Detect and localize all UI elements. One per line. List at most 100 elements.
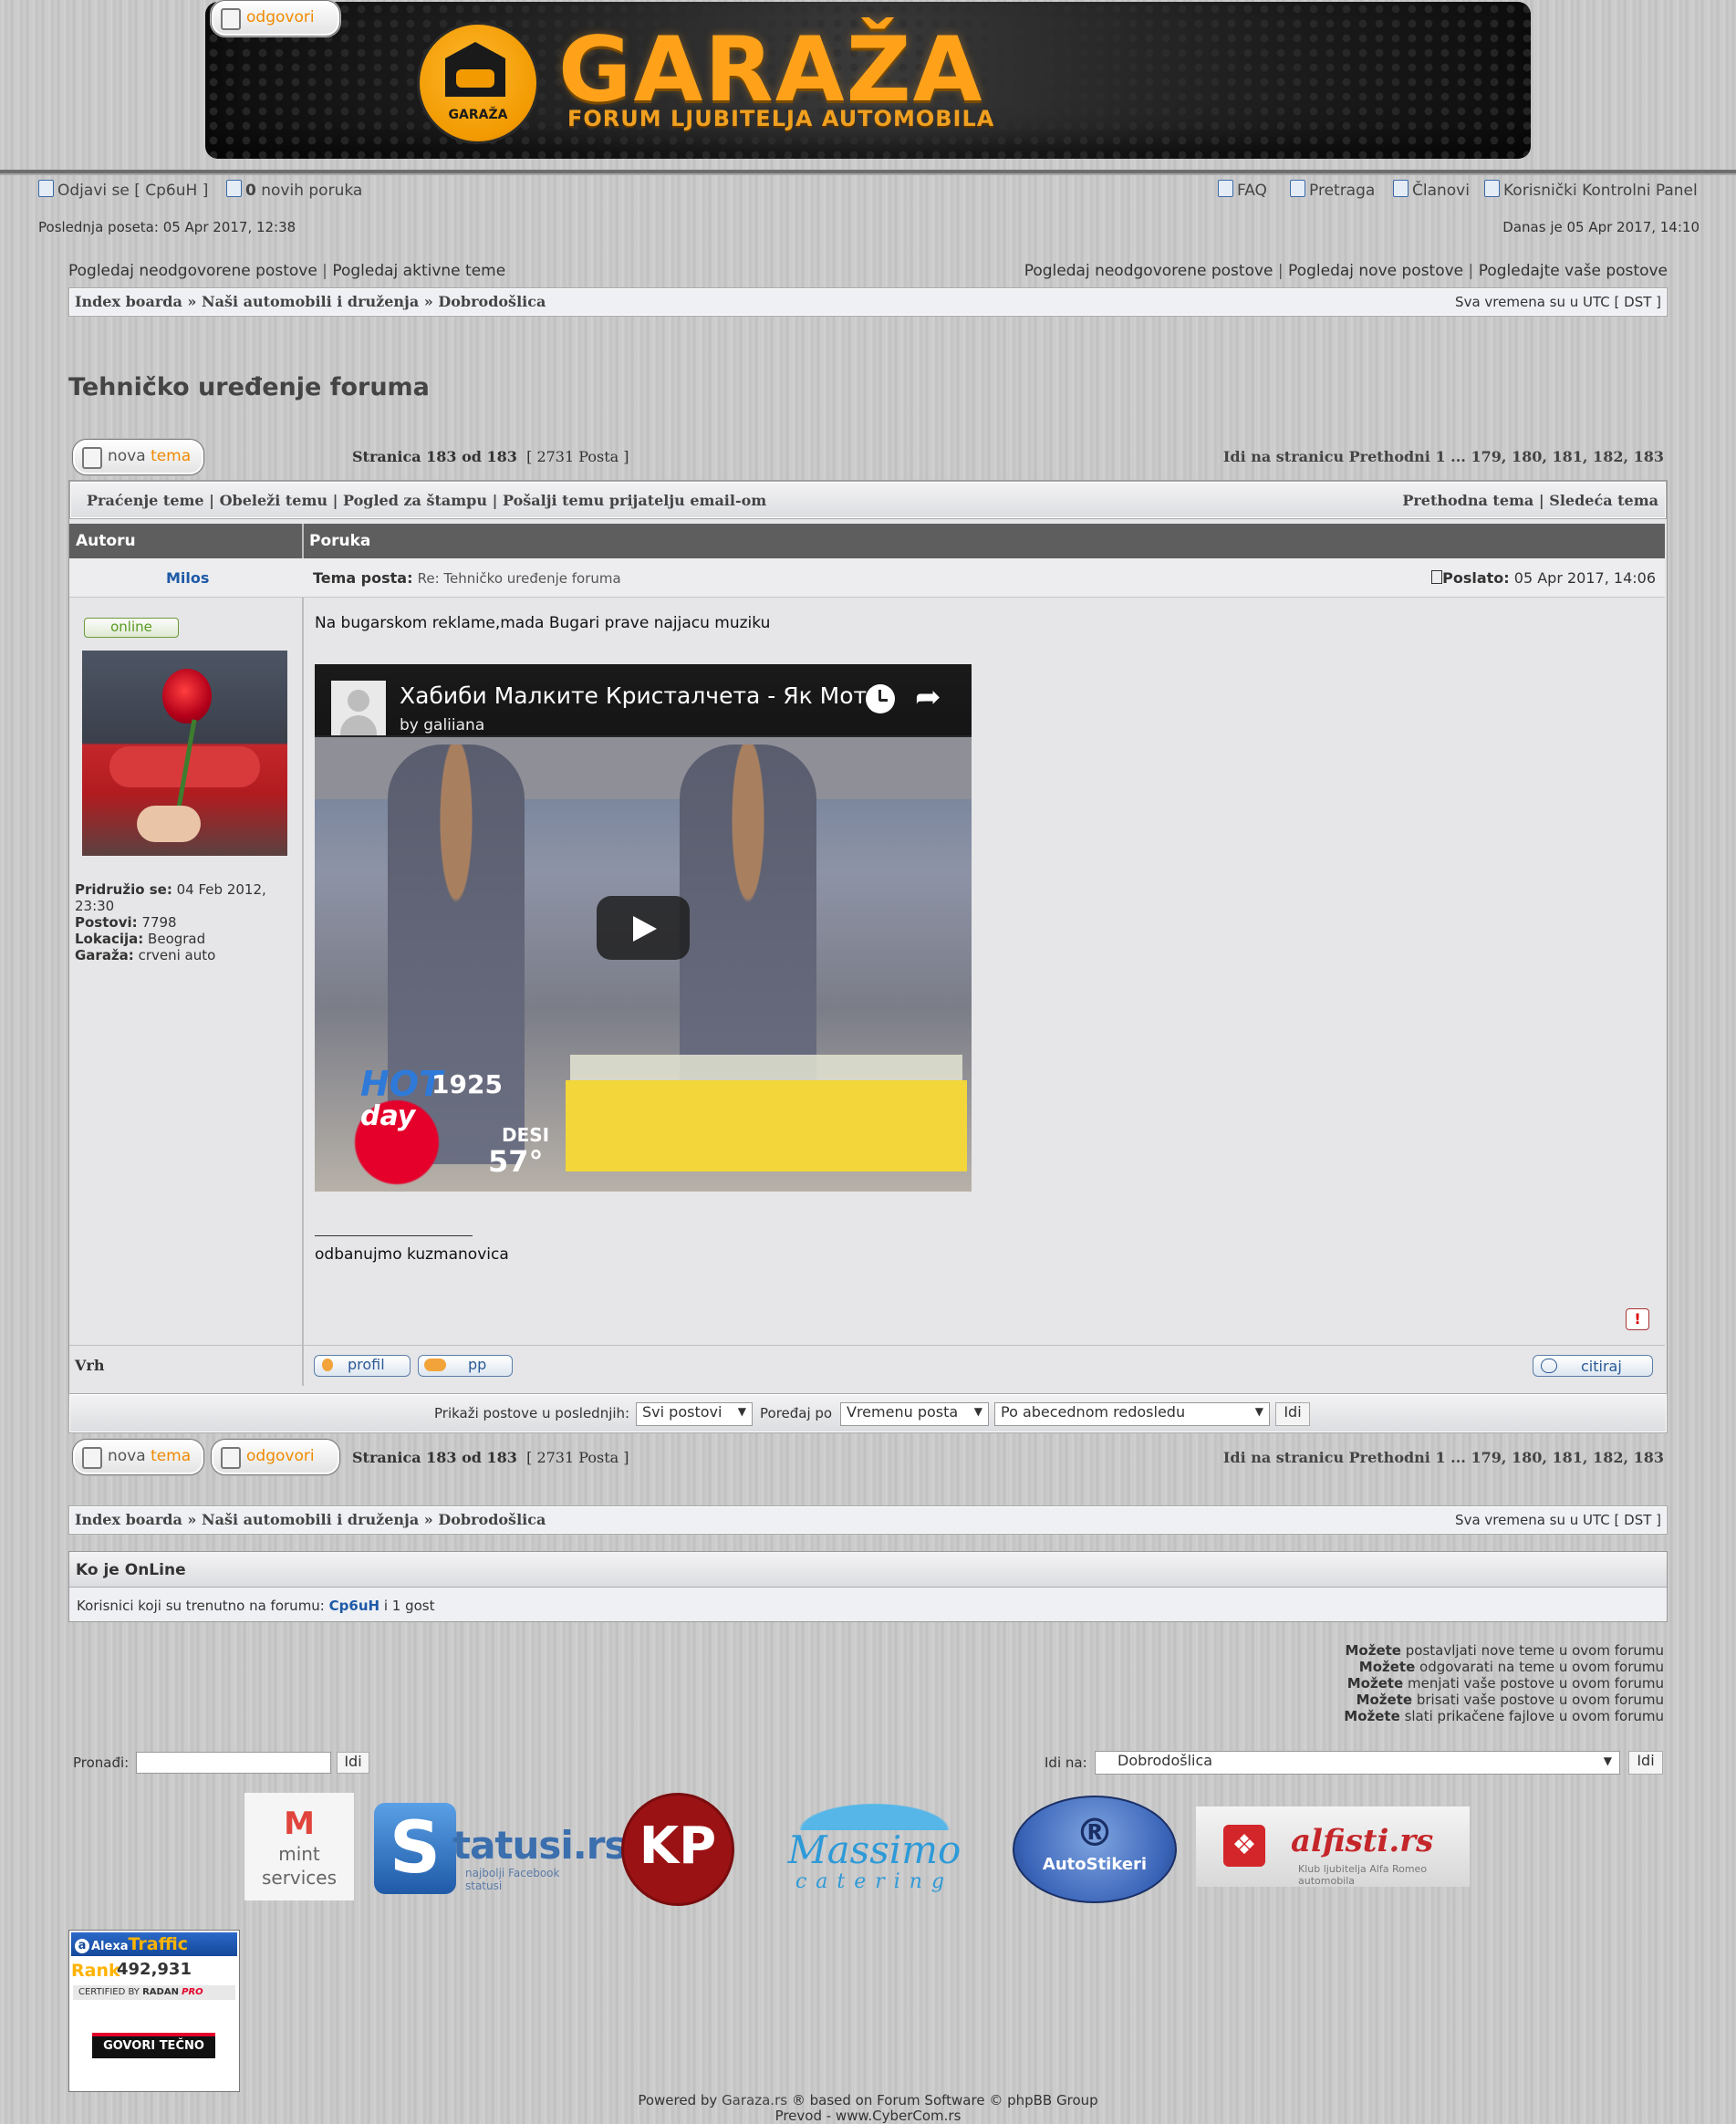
alexa-header: a AlexaTraffic Rank — [71, 1932, 237, 1981]
next-topic-link[interactable]: Sledeća tema — [1549, 492, 1658, 509]
logout-icon — [38, 180, 54, 197]
sort-by-label: Poređaj po — [760, 1405, 833, 1421]
logo-text: GARAŽA — [448, 108, 508, 122]
breadcrumb-index[interactable]: Index boarda — [75, 293, 182, 310]
video-embed[interactable]: HOT 1925 day DESI 57° Хабиби Малките Кри… — [315, 664, 972, 1192]
video-channel[interactable]: by galiiana — [400, 716, 484, 734]
post-header-row: Milos Tema posta: Re: Tehničko uređenje … — [69, 558, 1665, 598]
profile-button[interactable]: profil — [314, 1355, 411, 1377]
table-header: Autoru Poruka — [69, 524, 1665, 558]
post-signature: odbanujmo kuzmanovica — [315, 1245, 509, 1264]
sponsor-kp[interactable]: KP — [621, 1793, 734, 1906]
post-author[interactable]: Milos — [166, 569, 209, 587]
active-topics-link[interactable]: Pogledaj aktivne teme — [332, 262, 505, 280]
new-messages-link[interactable]: 0 novih poruka — [226, 180, 362, 200]
watch-later-icon[interactable] — [866, 684, 895, 713]
jump-select[interactable]: Dobrodošlica ▼ — [1095, 1751, 1620, 1775]
page-count: Stranica 183 od 183 [ 2731 Posta ] — [352, 448, 629, 465]
reply-button[interactable]: odgovori — [211, 0, 340, 36]
email-topic-link[interactable]: Pošalji temu prijatelju email-om — [503, 492, 766, 509]
sponsor-autostikeri[interactable]: ® AutoStikeri — [1013, 1796, 1177, 1903]
jump-label: Idi na: — [1045, 1754, 1087, 1771]
new-topic-button-bottom[interactable]: nova tema — [72, 1439, 204, 1475]
search-links-right: Pogledaj neodgovorene postove | Pogledaj… — [1024, 262, 1668, 280]
quote-button[interactable]: citiraj — [1533, 1355, 1653, 1377]
sponsor-statusi[interactable]: S tatusi.rs najbolji Facebook statusi — [374, 1803, 627, 1896]
members-link[interactable]: Članovi — [1393, 180, 1470, 200]
your-posts-link[interactable]: Pogledajte vaše postove — [1479, 262, 1668, 280]
breadcrumb-index[interactable]: Index boarda — [75, 1511, 182, 1528]
online-user-link[interactable]: Cp6uH — [329, 1598, 379, 1614]
share-icon[interactable]: ➦ — [915, 679, 941, 715]
report-icon[interactable]: ! — [1626, 1308, 1649, 1330]
ucp-link[interactable]: Korisnički Kontrolni Panel — [1484, 180, 1698, 200]
bookmark-topic-link[interactable]: Obeleži temu — [220, 492, 327, 509]
footer: Powered by Garaza.rs ® based on Forum So… — [0, 2093, 1736, 2124]
pagination[interactable]: Idi na stranicu Prethodni 1 ... 179, 180… — [1223, 448, 1664, 465]
back-to-top-link[interactable]: Vrh — [75, 1357, 104, 1374]
sponsor-massimo[interactable]: Massimo catering — [754, 1790, 995, 1904]
jump-go-button[interactable]: Idi — [1628, 1751, 1663, 1775]
last-visit: Poslednja poseta: 05 Apr 2017, 12:38 — [38, 219, 296, 235]
sponsor-mint-services[interactable]: M mint services — [244, 1793, 354, 1900]
alexa-badge[interactable]: a AlexaTraffic Rank 492,931 CERTIFIED BY … — [68, 1930, 240, 2092]
car-icon — [456, 69, 494, 88]
watch-topic-link[interactable]: Praćenje teme — [87, 492, 204, 509]
unanswered-link-right[interactable]: Pogledaj neodgovorene postove — [1024, 262, 1273, 280]
faq-link[interactable]: FAQ — [1218, 180, 1267, 200]
video-title[interactable]: Хабиби Малките Кристалчета - Як Мот.. — [400, 682, 881, 709]
play-button[interactable] — [597, 896, 690, 960]
govori-tecno-badge: GOVORI TEČNO — [92, 2033, 215, 2058]
sort-order-select[interactable]: Po abecednom redosledu ▼ — [994, 1402, 1270, 1426]
pm-button[interactable]: pp — [418, 1355, 513, 1377]
quote-icon — [1541, 1359, 1557, 1373]
channel-avatar-icon — [331, 681, 386, 735]
certified-by: CERTIFIED BY RADAN PRO — [73, 1985, 235, 2000]
reply-button-bottom[interactable]: odgovori — [211, 1439, 340, 1475]
profile-icon — [322, 1359, 333, 1371]
previous-topic-link[interactable]: Prethodna tema — [1402, 492, 1533, 509]
breadcrumb-bar-top: Index boarda » Naši automobili i druženj… — [68, 287, 1668, 317]
page-count-bottom: Stranica 183 od 183 [ 2731 Posta ] — [352, 1449, 629, 1466]
find-go-button[interactable]: Idi — [337, 1752, 369, 1774]
brand-tagline: FORUM LJUBITELJA AUTOMOBILA — [567, 106, 995, 131]
statusi-logo-icon: S — [374, 1803, 456, 1894]
page-title: Tehničko uređenje foruma — [68, 373, 430, 401]
pm-icon — [424, 1359, 446, 1371]
show-posts-select[interactable]: Svi postovi ▼ — [636, 1402, 753, 1426]
rose-icon — [162, 669, 212, 724]
print-view-link[interactable]: Pogled za štampu — [343, 492, 487, 509]
search-link[interactable]: Pretraga — [1290, 180, 1375, 200]
signature-divider — [315, 1235, 473, 1236]
topic-nav: Prethodna tema | Sledeća tema — [1402, 492, 1658, 509]
search-links-left: Pogledaj neodgovorene postove | Pogledaj… — [68, 262, 506, 280]
play-icon — [633, 916, 657, 942]
breadcrumb-category[interactable]: Naši automobili i druženja — [202, 293, 419, 310]
breadcrumb: Index boarda » Naši automobili i druženj… — [75, 293, 546, 310]
author-header: Autoru — [76, 532, 136, 550]
footer-translation[interactable]: Prevod - www.CyberCom.rs — [0, 2108, 1736, 2124]
pagination-bottom[interactable]: Idi na stranicu Prethodni 1 ... 179, 180… — [1223, 1449, 1664, 1466]
new-topic-button[interactable]: nova tema — [72, 439, 204, 475]
find-input[interactable] — [136, 1752, 331, 1774]
unanswered-link[interactable]: Pogledaj neodgovorene postove — [68, 262, 317, 280]
breadcrumb-bar-bottom: Index boarda » Naši automobili i druženj… — [68, 1505, 1668, 1535]
massimo-logo-icon — [772, 1794, 977, 1830]
breadcrumb-forum[interactable]: Dobrodošlica — [438, 1511, 546, 1528]
footer-site-link[interactable]: Garaza.rs — [722, 2092, 787, 2108]
logout-link[interactable]: Odjavi se [ Cp6uH ] — [38, 180, 208, 200]
search-icon — [1290, 180, 1305, 197]
timezone-label: Sva vremena su u UTC [ DST ] — [1455, 294, 1661, 310]
show-posts-label: Prikaži postove u poslednjih: — [434, 1405, 630, 1421]
sort-by-select[interactable]: Vremenu posta ▼ — [840, 1402, 989, 1426]
breadcrumb-bottom: Index boarda » Naši automobili i druženj… — [75, 1511, 546, 1528]
video-thumbnail: HOT 1925 day DESI 57° — [315, 735, 972, 1192]
user-panel-icon — [1484, 180, 1500, 197]
sponsor-alfisti[interactable]: ❖ alfisti.rs Klub ljubitelja Alfa Romeo … — [1196, 1806, 1470, 1887]
who-is-online-box: Ko je OnLine Korisnici koji su trenutno … — [68, 1551, 1668, 1622]
new-posts-link[interactable]: Pogledaj nove postove — [1288, 262, 1463, 280]
breadcrumb-category[interactable]: Naši automobili i druženja — [202, 1511, 419, 1528]
breadcrumb-forum[interactable]: Dobrodošlica — [438, 293, 546, 310]
filter-go-button[interactable]: Idi — [1275, 1402, 1310, 1426]
find-label: Pronađi: — [73, 1754, 130, 1771]
